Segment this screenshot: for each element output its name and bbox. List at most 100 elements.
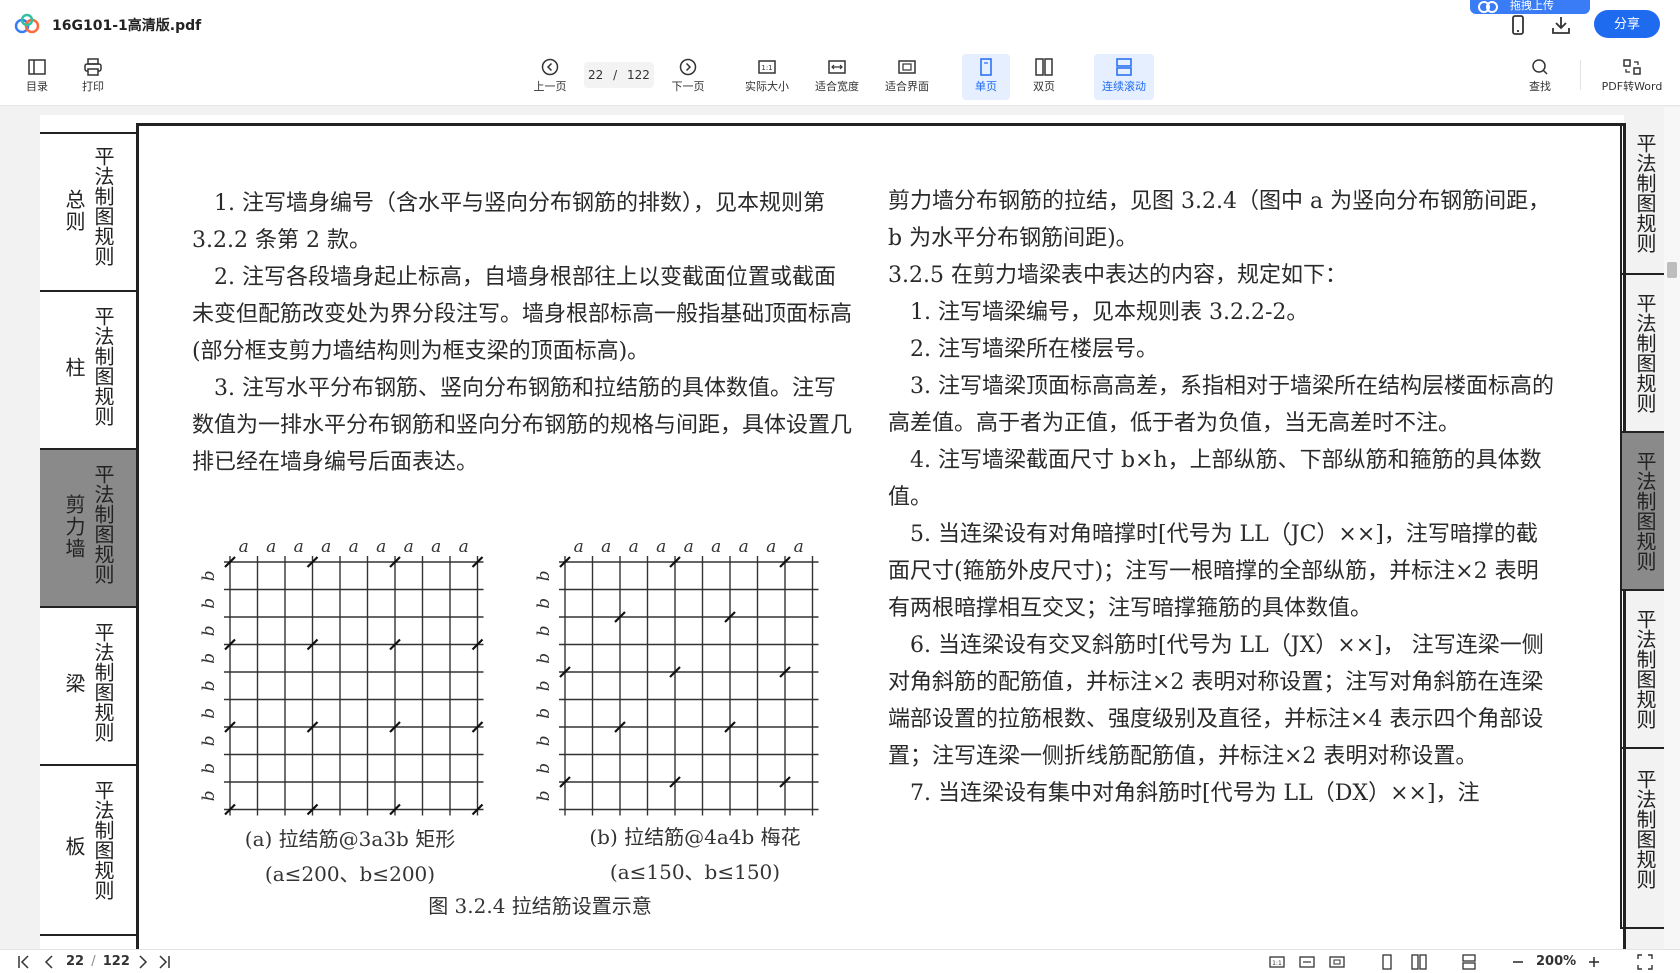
section-tab-slab[interactable]: 板 平法制图规则 xyxy=(40,766,137,936)
continuous-scroll-button[interactable]: 连续滚动 xyxy=(1094,54,1154,100)
fit-page-button[interactable]: 适合界面 xyxy=(880,54,934,100)
axis-label-a: a xyxy=(574,537,584,557)
continuous-scroll-icon[interactable] xyxy=(1460,953,1478,971)
axis-label-a: a xyxy=(349,537,359,557)
toc-label: 目录 xyxy=(26,80,48,93)
paragraph: 2. 注写各段墙身起止标高，自墙身根部往上以变截面位置或截面未变但配筋改变处为界… xyxy=(192,265,853,364)
double-page-icon[interactable] xyxy=(1410,953,1428,971)
pdf-page: 总则 平法制图规则 柱 平法制图规则 剪力墙 平法制图规则 梁 平法制图规则 板 xyxy=(40,115,1668,949)
right-section-tab-selected[interactable]: 平法制图规则 xyxy=(1620,433,1668,591)
fit-width-icon[interactable] xyxy=(1298,953,1316,971)
section-tab-rule: 平法制图规则 xyxy=(91,306,115,426)
axis-label-b: b xyxy=(534,653,554,664)
document-viewport[interactable]: 总则 平法制图规则 柱 平法制图规则 剪力墙 平法制图规则 梁 平法制图规则 板 xyxy=(0,107,1680,949)
toc-button[interactable]: 目录 xyxy=(18,54,56,100)
axis-label-b: b xyxy=(534,708,554,719)
last-page-icon[interactable] xyxy=(156,953,172,971)
figure-b-caption: (b) 拉结筋@4a4b 梅花 (a≤150、b≤150) xyxy=(530,821,860,885)
status-page-separator: / xyxy=(91,954,96,969)
zoom-in-icon[interactable] xyxy=(1586,953,1602,971)
first-page-icon[interactable] xyxy=(16,953,32,971)
page-number-input[interactable]: 22 xyxy=(588,68,603,82)
share-button[interactable]: 分享 xyxy=(1594,10,1660,38)
pdf-to-word-button[interactable]: PDF转Word xyxy=(1596,54,1668,100)
right-section-tab[interactable]: 平法制图规则 xyxy=(1620,749,1668,929)
paragraph: 1. 注写墙身编号（含水平与竖向分布钢筋的排数），见本规则第 3.2.2 条第 … xyxy=(192,191,825,253)
download-icon[interactable] xyxy=(1550,14,1572,36)
convert-icon xyxy=(1623,59,1641,75)
axis-label-a: a xyxy=(404,537,414,557)
axis-label-b: b xyxy=(534,570,554,581)
paragraph: 7. 当连梁设有集中对角斜筋时[代号为 LL（DX）××]，注 xyxy=(910,781,1480,806)
page-number-control[interactable]: 22 / 122 xyxy=(584,62,654,88)
axis-label-a: a xyxy=(266,537,276,557)
axis-label-b: b xyxy=(534,625,554,636)
next-page-icon[interactable] xyxy=(134,953,150,971)
fit-width-button[interactable]: 适合宽度 xyxy=(810,54,864,100)
app-logo-icon xyxy=(14,13,40,34)
status-current-page: 22 xyxy=(66,954,85,969)
prev-page-icon[interactable] xyxy=(42,953,58,971)
prev-page-label: 上一页 xyxy=(533,80,567,93)
right-section-tab[interactable]: 平法制图规则 xyxy=(1620,591,1668,749)
section-tab-shear-wall[interactable]: 剪力墙 平法制图规则 xyxy=(40,450,137,608)
right-section-tab[interactable]: 平法制图规则 xyxy=(1620,275,1668,433)
axis-label-a: a xyxy=(294,537,304,557)
axis-label-b: b xyxy=(199,680,219,691)
axis-label-b: b xyxy=(199,763,219,774)
fit-width-label: 适合宽度 xyxy=(815,80,859,93)
section-tab-rule: 平法制图规则 xyxy=(91,464,115,584)
axis-label-a: a xyxy=(794,537,804,557)
section-tab-rule: 平法制图规则 xyxy=(91,146,115,266)
fullscreen-icon[interactable] xyxy=(1636,953,1654,971)
axis-label-b: b xyxy=(199,735,219,746)
section-tab-category: 总则 xyxy=(62,189,86,233)
pdf-to-word-label: PDF转Word xyxy=(1601,80,1663,93)
pdf-viewer-window: 16G101-1高清版.pdf 拖拽上传 分享 目录 打印 上一页 22 / 1… xyxy=(0,0,1680,973)
double-page-button[interactable]: 双页 xyxy=(1020,54,1068,100)
scrollbar-thumb[interactable] xyxy=(1667,262,1677,278)
prev-page-button[interactable]: 上一页 xyxy=(528,54,572,100)
right-section-tab[interactable]: 平法制图规则 xyxy=(1620,123,1668,275)
axis-label-a: a xyxy=(711,537,721,557)
vertical-scrollbar[interactable] xyxy=(1664,107,1680,949)
axis-label-b: b xyxy=(199,653,219,664)
axis-label-a: a xyxy=(684,537,694,557)
drag-upload-tip[interactable]: 拖拽上传 xyxy=(1470,0,1590,14)
axis-label-a: a xyxy=(739,537,749,557)
section-tab-category: 梁 xyxy=(62,673,86,695)
fit-page-icon[interactable] xyxy=(1328,953,1346,971)
section-tab-rule: 平法制图规则 xyxy=(91,622,115,742)
phone-icon[interactable] xyxy=(1507,14,1529,36)
axis-label-b: b xyxy=(199,598,219,609)
actual-size-icon[interactable]: 1:1 xyxy=(1268,953,1286,971)
figure-b-staggered-ties: a a a a a a a a abbbbbbbbb xyxy=(534,537,819,816)
paragraph: 4. 注写墙梁截面尺寸 b×h，上部纵筋、下部纵筋和箍筋的具体数值。 xyxy=(888,448,1542,510)
right-section-tab-label: 平法制图规则 xyxy=(1633,133,1657,253)
paragraph: 剪力墙分布钢筋的拉结，见图 3.2.4（图中 a 为竖向分布钢筋间距， b 为水… xyxy=(888,189,1551,251)
section-tab-column[interactable]: 柱 平法制图规则 xyxy=(40,292,137,450)
right-section-tab-label: 平法制图规则 xyxy=(1633,451,1657,571)
axis-label-b: b xyxy=(534,680,554,691)
next-page-button[interactable]: 下一页 xyxy=(666,54,710,100)
section-tab-beam[interactable]: 梁 平法制图规则 xyxy=(40,608,137,766)
zoom-level[interactable]: 200% xyxy=(1536,953,1576,971)
axis-label-b: b xyxy=(199,570,219,581)
section-tab-general[interactable]: 总则 平法制图规则 xyxy=(40,132,137,292)
axis-label-a: a xyxy=(601,537,611,557)
single-page-icon[interactable] xyxy=(1378,953,1396,971)
paragraph: 6. 当连梁设有交叉斜筋时[代号为 LL（JX）××]， 注写连梁一侧对角斜筋的… xyxy=(888,633,1544,769)
find-button[interactable]: 查找 xyxy=(1520,54,1560,100)
upload-tip-label: 拖拽上传 xyxy=(1510,0,1554,12)
toolbar: 目录 打印 上一页 22 / 122 下一页 1:1 实际大小 适合宽度 适合界… xyxy=(0,48,1680,106)
status-page-indicator[interactable]: 22 / 122 xyxy=(66,953,130,971)
total-pages: 122 xyxy=(627,68,650,82)
figure-a-caption-line1: (a) 拉结筋@3a3b 矩形 xyxy=(244,827,456,851)
zoom-out-icon[interactable] xyxy=(1510,953,1526,971)
continuous-scroll-label: 连续滚动 xyxy=(1102,80,1146,93)
print-button[interactable]: 打印 xyxy=(74,54,112,100)
axis-label-a: a xyxy=(431,537,441,557)
actual-size-button[interactable]: 1:1 实际大小 xyxy=(740,54,794,100)
single-page-button[interactable]: 单页 xyxy=(962,54,1010,100)
figure-b-caption-line2: (a≤150、b≤150) xyxy=(609,860,781,884)
